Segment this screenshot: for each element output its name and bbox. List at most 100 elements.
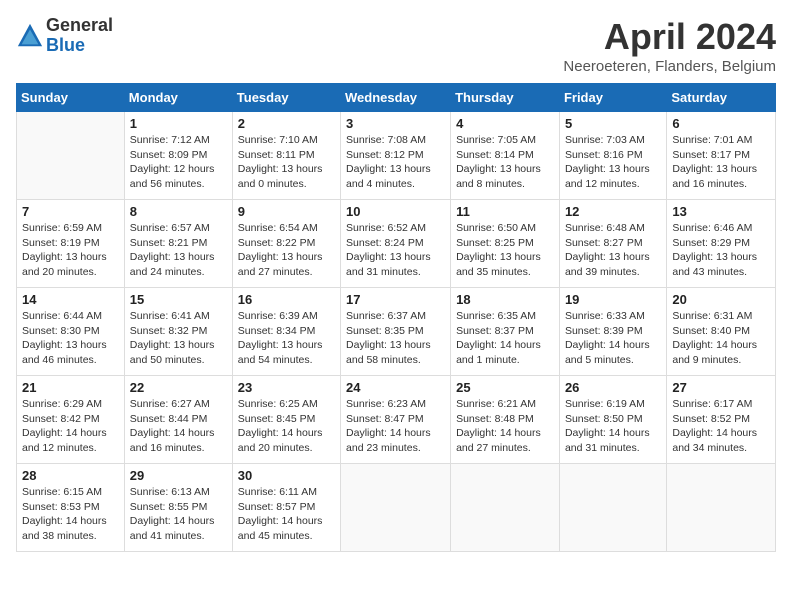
calendar-header: SundayMondayTuesdayWednesdayThursdayFrid… (17, 84, 776, 112)
day-info: Sunrise: 6:25 AMSunset: 8:45 PMDaylight:… (238, 397, 335, 456)
day-info: Sunrise: 6:23 AMSunset: 8:47 PMDaylight:… (346, 397, 445, 456)
day-info: Sunrise: 6:11 AMSunset: 8:57 PMDaylight:… (238, 485, 335, 544)
logo-text: General Blue (46, 16, 113, 56)
calendar-cell: 15 Sunrise: 6:41 AMSunset: 8:32 PMDayligh… (124, 288, 232, 376)
day-info: Sunrise: 6:37 AMSunset: 8:35 PMDaylight:… (346, 309, 445, 368)
calendar-week-row: 7 Sunrise: 6:59 AMSunset: 8:19 PMDaylight… (17, 200, 776, 288)
weekday-header-wednesday: Wednesday (341, 84, 451, 112)
calendar-cell (17, 112, 125, 200)
calendar-cell: 25 Sunrise: 6:21 AMSunset: 8:48 PMDayligh… (451, 376, 560, 464)
day-number: 5 (565, 116, 661, 131)
day-info: Sunrise: 6:57 AMSunset: 8:21 PMDaylight:… (130, 221, 227, 280)
calendar-cell: 29 Sunrise: 6:13 AMSunset: 8:55 PMDayligh… (124, 464, 232, 552)
calendar-cell: 16 Sunrise: 6:39 AMSunset: 8:34 PMDayligh… (232, 288, 340, 376)
day-number: 8 (130, 204, 227, 219)
calendar-cell: 19 Sunrise: 6:33 AMSunset: 8:39 PMDayligh… (559, 288, 666, 376)
calendar-cell: 17 Sunrise: 6:37 AMSunset: 8:35 PMDayligh… (341, 288, 451, 376)
day-number: 24 (346, 380, 445, 395)
day-number: 2 (238, 116, 335, 131)
day-number: 20 (672, 292, 770, 307)
calendar-cell: 20 Sunrise: 6:31 AMSunset: 8:40 PMDayligh… (667, 288, 776, 376)
calendar-cell: 1 Sunrise: 7:12 AMSunset: 8:09 PMDaylight… (124, 112, 232, 200)
day-info: Sunrise: 6:52 AMSunset: 8:24 PMDaylight:… (346, 221, 445, 280)
calendar-week-row: 14Sunrise: 6:44 AMSunset: 8:30 PMDayligh… (17, 288, 776, 376)
calendar-cell: 24 Sunrise: 6:23 AMSunset: 8:47 PMDayligh… (341, 376, 451, 464)
day-number: 29 (130, 468, 227, 483)
day-number: 18 (456, 292, 554, 307)
day-number: 4 (456, 116, 554, 131)
day-number: 7 (22, 204, 119, 219)
day-number: 11 (456, 204, 554, 219)
title-block: April 2024 Neeroeteren, Flanders, Belgiu… (563, 16, 776, 75)
day-info: Sunrise: 6:59 AMSunset: 8:19 PMDaylight:… (22, 221, 119, 280)
logo-general: General (46, 16, 113, 36)
day-number: 13 (672, 204, 770, 219)
day-info: Sunrise: 6:19 AMSunset: 8:50 PMDaylight:… (565, 397, 661, 456)
calendar-table: SundayMondayTuesdayWednesdayThursdayFrid… (16, 83, 776, 552)
calendar-cell: 3 Sunrise: 7:08 AMSunset: 8:12 PMDaylight… (341, 112, 451, 200)
day-info: Sunrise: 6:13 AMSunset: 8:55 PMDaylight:… (130, 485, 227, 544)
calendar-cell: 26 Sunrise: 6:19 AMSunset: 8:50 PMDayligh… (559, 376, 666, 464)
day-info: Sunrise: 6:17 AMSunset: 8:52 PMDaylight:… (672, 397, 770, 456)
weekday-header-saturday: Saturday (667, 84, 776, 112)
day-number: 1 (130, 116, 227, 131)
calendar-cell: 23 Sunrise: 6:25 AMSunset: 8:45 PMDayligh… (232, 376, 340, 464)
day-number: 17 (346, 292, 445, 307)
day-info: Sunrise: 6:21 AMSunset: 8:48 PMDaylight:… (456, 397, 554, 456)
day-info: Sunrise: 7:03 AMSunset: 8:16 PMDaylight:… (565, 133, 661, 192)
calendar-cell (667, 464, 776, 552)
weekday-header-tuesday: Tuesday (232, 84, 340, 112)
day-number: 21 (22, 380, 119, 395)
day-number: 23 (238, 380, 335, 395)
weekday-header-friday: Friday (559, 84, 666, 112)
day-number: 6 (672, 116, 770, 131)
day-number: 10 (346, 204, 445, 219)
day-info: Sunrise: 6:50 AMSunset: 8:25 PMDaylight:… (456, 221, 554, 280)
day-number: 28 (22, 468, 119, 483)
calendar-cell: 4Sunrise: 7:05 AMSunset: 8:14 PMDaylight… (451, 112, 560, 200)
weekday-header-row: SundayMondayTuesdayWednesdayThursdayFrid… (17, 84, 776, 112)
calendar-cell: 5 Sunrise: 7:03 AMSunset: 8:16 PMDaylight… (559, 112, 666, 200)
day-info: Sunrise: 7:10 AMSunset: 8:11 PMDaylight:… (238, 133, 335, 192)
day-number: 30 (238, 468, 335, 483)
calendar-body: 1 Sunrise: 7:12 AMSunset: 8:09 PMDaylight… (17, 112, 776, 552)
calendar-cell: 7 Sunrise: 6:59 AMSunset: 8:19 PMDaylight… (17, 200, 125, 288)
day-info: Sunrise: 6:44 AMSunset: 8:30 PMDaylight:… (22, 309, 119, 368)
day-number: 3 (346, 116, 445, 131)
day-info: Sunrise: 6:39 AMSunset: 8:34 PMDaylight:… (238, 309, 335, 368)
day-number: 26 (565, 380, 661, 395)
day-number: 15 (130, 292, 227, 307)
logo-blue: Blue (46, 36, 113, 56)
calendar-cell: 14Sunrise: 6:44 AMSunset: 8:30 PMDayligh… (17, 288, 125, 376)
calendar-week-row: 1 Sunrise: 7:12 AMSunset: 8:09 PMDaylight… (17, 112, 776, 200)
day-info: Sunrise: 6:46 AMSunset: 8:29 PMDaylight:… (672, 221, 770, 280)
day-info: Sunrise: 6:33 AMSunset: 8:39 PMDaylight:… (565, 309, 661, 368)
calendar-cell: 8 Sunrise: 6:57 AMSunset: 8:21 PMDaylight… (124, 200, 232, 288)
calendar-cell: 6Sunrise: 7:01 AMSunset: 8:17 PMDaylight… (667, 112, 776, 200)
day-info: Sunrise: 6:54 AMSunset: 8:22 PMDaylight:… (238, 221, 335, 280)
day-info: Sunrise: 6:31 AMSunset: 8:40 PMDaylight:… (672, 309, 770, 368)
weekday-header-sunday: Sunday (17, 84, 125, 112)
day-info: Sunrise: 6:48 AMSunset: 8:27 PMDaylight:… (565, 221, 661, 280)
day-number: 9 (238, 204, 335, 219)
logo: General Blue (16, 16, 113, 56)
day-info: Sunrise: 7:08 AMSunset: 8:12 PMDaylight:… (346, 133, 445, 192)
calendar-cell: 30 Sunrise: 6:11 AMSunset: 8:57 PMDayligh… (232, 464, 340, 552)
calendar-cell: 2 Sunrise: 7:10 AMSunset: 8:11 PMDaylight… (232, 112, 340, 200)
day-number: 16 (238, 292, 335, 307)
day-info: Sunrise: 6:41 AMSunset: 8:32 PMDaylight:… (130, 309, 227, 368)
calendar-cell: 13 Sunrise: 6:46 AMSunset: 8:29 PMDayligh… (667, 200, 776, 288)
day-number: 25 (456, 380, 554, 395)
day-number: 12 (565, 204, 661, 219)
day-info: Sunrise: 7:12 AMSunset: 8:09 PMDaylight:… (130, 133, 227, 192)
calendar-cell: 27Sunrise: 6:17 AMSunset: 8:52 PMDayligh… (667, 376, 776, 464)
day-number: 19 (565, 292, 661, 307)
calendar-cell: 28Sunrise: 6:15 AMSunset: 8:53 PMDayligh… (17, 464, 125, 552)
calendar-cell: 12 Sunrise: 6:48 AMSunset: 8:27 PMDayligh… (559, 200, 666, 288)
calendar-cell: 21 Sunrise: 6:29 AMSunset: 8:42 PMDayligh… (17, 376, 125, 464)
page-header: General Blue April 2024 Neeroeteren, Fla… (16, 16, 776, 75)
location: Neeroeteren, Flanders, Belgium (563, 58, 776, 75)
calendar-week-row: 21 Sunrise: 6:29 AMSunset: 8:42 PMDayligh… (17, 376, 776, 464)
day-info: Sunrise: 6:29 AMSunset: 8:42 PMDaylight:… (22, 397, 119, 456)
calendar-cell: 9 Sunrise: 6:54 AMSunset: 8:22 PMDaylight… (232, 200, 340, 288)
